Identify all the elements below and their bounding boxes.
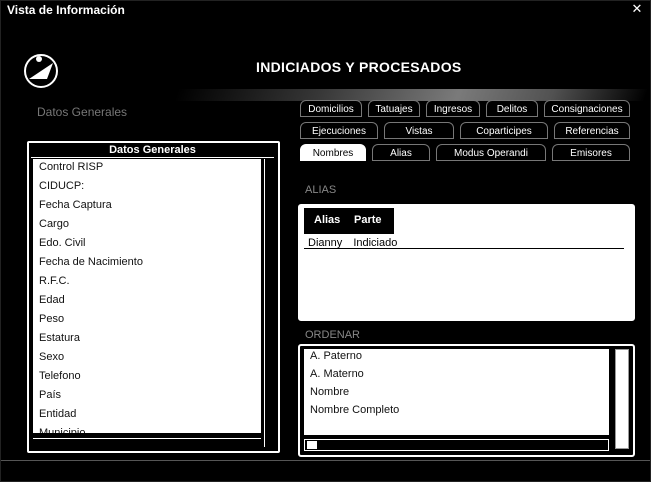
header-banner: INDICIADOS Y PROCESADOS xyxy=(1,19,650,101)
scroll-thumb[interactable] xyxy=(307,441,317,449)
list-item[interactable]: A. Paterno xyxy=(304,349,609,367)
horizontal-scrollbar[interactable] xyxy=(304,439,609,451)
list-item[interactable]: Cargo xyxy=(33,216,261,235)
tab-ejecuciones[interactable]: Ejecuciones xyxy=(300,122,378,139)
alias-section-label: ALIAS xyxy=(305,184,337,196)
sort-list[interactable]: A. Paterno A. Materno Nombre Nombre Comp… xyxy=(304,349,609,435)
list-item[interactable]: Sexo xyxy=(33,349,261,368)
tab-nombres[interactable]: Nombres xyxy=(300,144,366,161)
tab-delitos[interactable]: Delitos xyxy=(486,100,538,117)
tab-vistas[interactable]: Vistas xyxy=(384,122,454,139)
tab-coparticipes[interactable]: Coparticipes xyxy=(460,122,548,139)
agency-logo-icon xyxy=(24,54,58,88)
tab-strip: Domicilios Tatuajes Ingresos Delitos Con… xyxy=(298,98,634,168)
list-item[interactable]: A. Materno xyxy=(304,367,609,385)
list-item[interactable]: Municipio xyxy=(33,425,261,433)
tab-consignaciones[interactable]: Consignaciones xyxy=(544,100,630,117)
window-title: Vista de Información xyxy=(7,3,125,17)
list-item[interactable]: Telefono xyxy=(33,368,261,387)
alias-grid-header: Alias Parte xyxy=(304,208,394,234)
tab-modus-operandi[interactable]: Modus Operandi xyxy=(436,144,546,161)
status-bar xyxy=(1,460,650,481)
close-icon[interactable]: ✕ xyxy=(630,2,644,16)
list-item[interactable]: Peso xyxy=(33,311,261,330)
alias-grid: Alias Parte Dianny Indiciado xyxy=(298,204,635,321)
list-item[interactable]: Nombre Completo xyxy=(304,403,609,421)
banner-title: INDICIADOS Y PROCESADOS xyxy=(256,59,462,75)
list-item[interactable]: Edad xyxy=(33,292,261,311)
vertical-scrollbar[interactable] xyxy=(615,349,629,449)
datos-generales-label: Datos Generales xyxy=(37,105,128,119)
sort-list-panel: A. Paterno A. Materno Nombre Nombre Comp… xyxy=(298,344,635,457)
column-header-alias[interactable]: Alias xyxy=(314,214,340,226)
tab-domicilios[interactable]: Domicilios xyxy=(300,100,362,117)
vertical-scrollbar[interactable] xyxy=(264,159,274,447)
datos-generales-list[interactable]: Control RISP CIDUCP: Fecha Captura Cargo… xyxy=(33,159,261,433)
list-item[interactable]: País xyxy=(33,387,261,406)
information-window: Vista de Información ✕ INDICIADOS Y PROC… xyxy=(0,0,651,482)
list-item[interactable]: Fecha de Nacimiento xyxy=(33,254,261,273)
datos-generales-header: Datos Generales xyxy=(31,143,274,158)
tab-tatuajes[interactable]: Tatuajes xyxy=(368,100,420,117)
list-item[interactable]: Entidad xyxy=(33,406,261,425)
row-divider xyxy=(304,248,624,249)
list-item[interactable]: Nombre xyxy=(304,385,609,403)
tab-alias[interactable]: Alias xyxy=(372,144,430,161)
list-item[interactable]: Fecha Captura xyxy=(33,197,261,216)
title-bar: Vista de Información ✕ xyxy=(1,1,650,19)
tab-referencias[interactable]: Referencias xyxy=(554,122,630,139)
tab-emisores[interactable]: Emisores xyxy=(552,144,630,161)
list-item[interactable]: Control RISP xyxy=(33,159,261,178)
datos-generales-panel: Datos Generales Control RISP CIDUCP: Fec… xyxy=(27,141,280,453)
list-item[interactable]: Edo. Civil xyxy=(33,235,261,254)
horizontal-scrollbar[interactable] xyxy=(33,438,261,449)
list-item[interactable]: CIDUCP: xyxy=(33,178,261,197)
list-item[interactable]: Estatura xyxy=(33,330,261,349)
list-item[interactable]: R.F.C. xyxy=(33,273,261,292)
tab-ingresos[interactable]: Ingresos xyxy=(426,100,480,117)
ordenar-section-label: ORDENAR xyxy=(305,329,361,341)
column-header-parte[interactable]: Parte xyxy=(354,214,382,226)
